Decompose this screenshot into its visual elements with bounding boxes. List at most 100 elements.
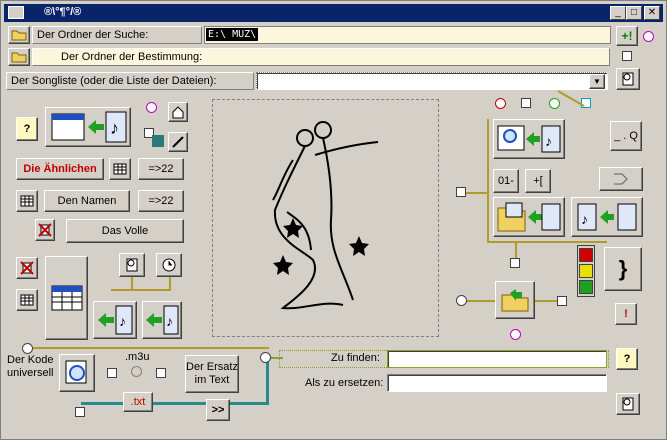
to-music-button-b[interactable]: ♪: [142, 301, 182, 339]
maximize-button[interactable]: □: [626, 6, 642, 20]
radio-kode[interactable]: [22, 343, 33, 354]
connector: [467, 300, 495, 302]
traffic-light-icon: [577, 245, 595, 297]
open-to-file-button[interactable]: [493, 197, 565, 237]
dest-folder-browse-button[interactable]: [8, 48, 30, 66]
replace-text-button[interactable]: Der Ersatz im Text: [185, 355, 239, 393]
table-icon: [20, 195, 34, 207]
to-music-button-a[interactable]: ♪: [93, 301, 137, 339]
table-button-a[interactable]: [109, 158, 131, 180]
teal-connector: [266, 361, 269, 405]
checkbox-d[interactable]: [456, 187, 466, 197]
connector: [111, 289, 171, 291]
radio-m3u[interactable]: [131, 366, 142, 377]
delete-button-a[interactable]: [35, 219, 55, 241]
chevron-down-icon[interactable]: ▼: [589, 74, 605, 89]
dest-checkbox[interactable]: [622, 51, 632, 61]
help-button[interactable]: ?: [16, 117, 38, 141]
table-button-b[interactable]: [16, 190, 38, 212]
music-to-file-button[interactable]: ♪: [571, 197, 643, 237]
search-doc-button-b[interactable]: [119, 253, 145, 277]
radio-left[interactable]: [456, 295, 467, 306]
connector: [515, 243, 517, 258]
arrow22-button-a[interactable]: =>22: [138, 158, 184, 180]
radio-red[interactable]: [495, 98, 506, 109]
playlist-button-large[interactable]: [45, 256, 88, 340]
shuffle-button[interactable]: [599, 167, 643, 191]
songlist-label: Der Songliste (oder die Liste der Dateie…: [6, 72, 254, 90]
connector: [487, 119, 489, 241]
checkbox-m3u-a[interactable]: [107, 368, 117, 378]
option-radio-top[interactable]: [643, 31, 654, 42]
help-button-b[interactable]: ?: [616, 348, 638, 370]
image-canvas: [212, 99, 439, 337]
table-icon: [113, 163, 127, 175]
alert-button[interactable]: !: [615, 303, 637, 325]
num01-button[interactable]: 01-: [493, 169, 519, 193]
dest-folder-label[interactable]: Der Ordner der Bestimmung:: [32, 48, 610, 66]
find-input[interactable]: [387, 350, 607, 368]
table-icon: [20, 294, 34, 306]
radio-bottom[interactable]: [510, 329, 521, 340]
radio-option-a[interactable]: [146, 102, 157, 113]
svg-text:♪: ♪: [110, 118, 119, 138]
arrow22-button-b[interactable]: =>22: [138, 190, 184, 212]
playlist-to-music-button[interactable]: ♪: [45, 107, 131, 147]
search-doc-button[interactable]: [616, 68, 640, 90]
delete-icon: [38, 223, 52, 237]
playlist-arrow-note-icon: ♪: [51, 111, 127, 143]
folder-icon: [11, 52, 27, 63]
plus-bracket-button[interactable]: +[: [525, 169, 551, 193]
arrow-music-icon: ♪: [98, 305, 133, 335]
next-button[interactable]: >>: [206, 399, 230, 421]
table-button-c[interactable]: [16, 289, 38, 311]
checkbox-m3u-b[interactable]: [156, 368, 166, 378]
refresh-folder-button[interactable]: [495, 281, 535, 319]
similar-button[interactable]: Die Ähnlichen: [16, 158, 104, 180]
names-button[interactable]: Den Namen: [44, 190, 130, 212]
shuffle-icon: [614, 173, 628, 185]
kode-label: Der Kode universell: [7, 354, 54, 379]
delete-button-b[interactable]: [16, 257, 38, 279]
close-button[interactable]: ✕: [644, 6, 660, 20]
search-folder-browse-button[interactable]: [8, 26, 30, 44]
search-doc-button-c[interactable]: [616, 393, 640, 415]
svg-text:♪: ♪: [119, 313, 126, 329]
playlist-icon: [51, 285, 82, 311]
connector: [131, 277, 133, 289]
replace-input[interactable]: [387, 374, 607, 392]
q-button[interactable]: _ . Q: [610, 121, 642, 151]
checkbox-b[interactable]: [521, 98, 531, 108]
connector: [487, 241, 607, 243]
full-button[interactable]: Das Volle: [66, 219, 184, 243]
search-doc-icon: [126, 258, 138, 272]
clock-button[interactable]: [156, 253, 182, 277]
svg-text:♪: ♪: [581, 211, 588, 227]
checkbox-e[interactable]: [510, 258, 520, 268]
search-doc-icon: [622, 397, 634, 411]
title-bar[interactable]: ®\°¶°/® _ □ ✕: [4, 4, 663, 22]
teal-connector: [81, 402, 267, 405]
minimize-button[interactable]: _: [610, 6, 626, 20]
svg-text:♪: ♪: [545, 133, 552, 149]
folder-arrow-file-icon: [497, 202, 561, 232]
checkbox-g[interactable]: [75, 407, 85, 417]
delete-icon: [20, 261, 34, 275]
app-menu-icon[interactable]: [8, 6, 24, 19]
home-button[interactable]: [168, 102, 188, 122]
radio-green[interactable]: [549, 98, 560, 109]
music-arrow-file-icon: ♪: [577, 203, 637, 231]
search-doc-button-large[interactable]: [59, 354, 95, 392]
radio-find[interactable]: [260, 352, 271, 363]
connector: [169, 277, 171, 289]
search-folder-field[interactable]: E:\ MUZ\: [204, 26, 611, 44]
brace-button[interactable]: }: [604, 247, 642, 291]
checkbox-f[interactable]: [557, 296, 567, 306]
add-folder-button[interactable]: +!: [616, 26, 638, 46]
tools-button[interactable]: [168, 132, 188, 152]
home-icon: [172, 106, 184, 119]
search-folder-value: E:\ MUZ\: [206, 28, 259, 41]
songlist-combo[interactable]: [256, 72, 608, 90]
search-to-music-button[interactable]: ♪: [493, 119, 565, 159]
txt-button[interactable]: .txt: [123, 392, 153, 412]
